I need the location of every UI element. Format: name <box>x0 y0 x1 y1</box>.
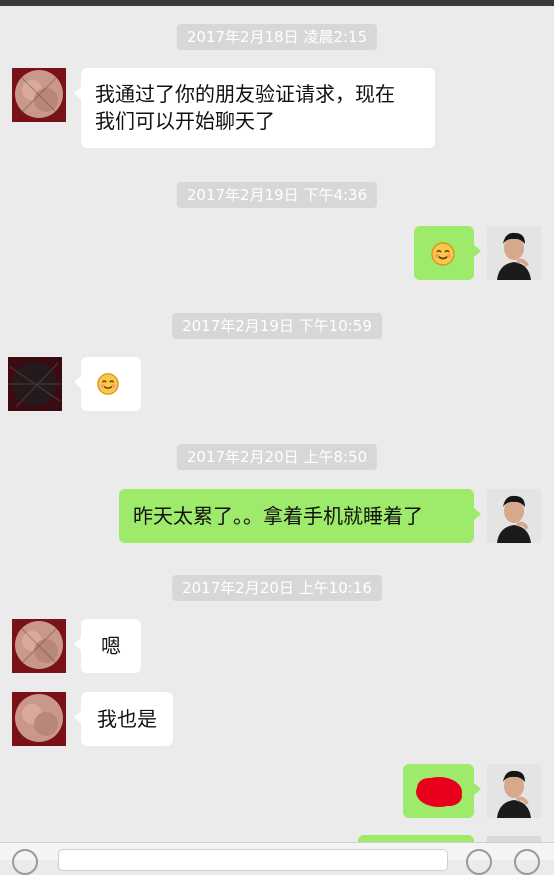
my-avatar[interactable] <box>487 764 541 818</box>
redaction-mark-icon <box>416 777 462 807</box>
message-text: 我通过了你的朋友验证请求，现在 <box>95 82 395 106</box>
outgoing-message-bubble[interactable]: 昨天太累了。。拿着手机就睡着了 <box>119 489 481 543</box>
message-input[interactable] <box>58 849 448 871</box>
smile-emoji-icon <box>431 242 455 266</box>
smile-emoji-icon <box>97 373 119 395</box>
contact-avatar[interactable] <box>12 68 66 122</box>
incoming-message-bubble[interactable]: 我也是 <box>74 692 173 746</box>
incoming-message-bubble[interactable] <box>74 357 141 411</box>
timestamp: 2017年2月20日 上午10:16 <box>172 575 382 601</box>
my-avatar[interactable] <box>487 489 541 543</box>
incoming-message-bubble[interactable]: 我通过了你的朋友验证请求，现在 我们可以开始聊天了 <box>74 68 435 148</box>
timestamp: 2017年2月19日 下午10:59 <box>172 313 382 339</box>
emoji-icon[interactable] <box>466 849 492 875</box>
my-avatar[interactable] <box>487 226 541 280</box>
timestamp: 2017年2月20日 上午8:50 <box>176 444 378 470</box>
message-text: 嗯 <box>101 634 121 658</box>
contact-avatar[interactable] <box>12 619 66 673</box>
incoming-message-bubble[interactable]: 嗯 <box>74 619 141 673</box>
contact-avatar[interactable] <box>12 692 66 746</box>
voice-icon[interactable] <box>12 849 38 875</box>
status-bar-strip <box>0 0 554 6</box>
outgoing-message-bubble[interactable] <box>403 764 481 818</box>
timestamp: 2017年2月18日 凌晨2:15 <box>176 24 378 50</box>
add-icon[interactable] <box>514 849 540 875</box>
message-text: 我也是 <box>97 707 157 731</box>
timestamp: 2017年2月19日 下午4:36 <box>176 182 378 208</box>
message-text: 昨天太累了。。拿着手机就睡着了 <box>133 504 423 528</box>
outgoing-message-bubble[interactable] <box>414 226 481 280</box>
message-text: 我们可以开始聊天了 <box>95 109 275 133</box>
contact-avatar[interactable] <box>8 357 62 411</box>
